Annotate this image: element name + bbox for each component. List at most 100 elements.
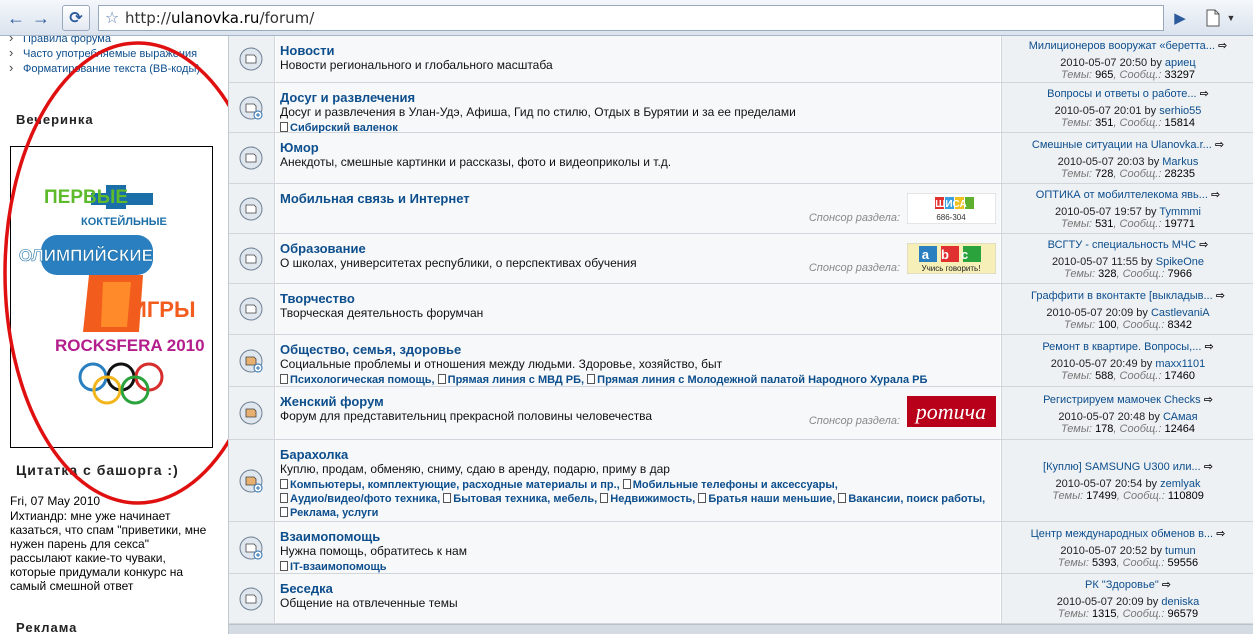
forum-title-link[interactable]: Мобильная связь и Интернет [280,191,1000,206]
forum-title-link[interactable]: Образование [280,241,1000,256]
posts-label: Сообщ.: [1119,69,1162,81]
subforum-link[interactable]: Аудио/видео/фото техника [280,493,437,505]
sponsor-logo[interactable]: ШИСА 686-304 [907,193,996,224]
go-arrow-icon[interactable]: ▶ [1167,5,1193,31]
last-post-cell: ВСГТУ - специальность МЧС ⇨ 2010-05-07 11… [1001,234,1253,283]
subforum-link[interactable]: Бытовая техника, мебель [443,493,594,505]
subforum-link[interactable]: Вакансии, поиск работы [838,493,982,505]
last-post-date: 2010-05-07 20:03 [1057,156,1145,168]
bookmark-star-icon[interactable]: ☆ [99,8,125,28]
go-to-last-post-icon[interactable]: ⇨ [1204,461,1213,473]
go-to-last-post-icon[interactable]: ⇨ [1200,88,1209,100]
last-post-cell: Ремонт в квартире. Вопросы,... ⇨ 2010-05-… [1001,335,1253,386]
subforum-link[interactable]: Компьютеры, комплектующие, расходные мат… [280,479,617,491]
subforum-icon [698,493,707,503]
last-topic-link[interactable]: ОПТИКА от мобилтелекома явь... [1036,189,1208,201]
last-post-user[interactable]: Tymmmi [1159,206,1201,218]
address-bar[interactable]: ☆ http://ulanovka.ru/forum/ [98,5,1164,31]
go-to-last-post-icon[interactable]: ⇨ [1211,189,1220,201]
go-to-last-post-icon[interactable]: ⇨ [1216,528,1225,540]
go-to-last-post-icon[interactable]: ⇨ [1216,290,1225,302]
last-topic-link[interactable]: [Куплю] SAMSUNG U300 или... [1043,461,1201,473]
go-to-last-post-icon[interactable]: ⇨ [1204,394,1213,406]
last-post-user[interactable]: САмая [1163,411,1198,423]
subforum-link[interactable]: Прямая линия с Молодежной палатой Народн… [587,374,927,386]
last-post-user[interactable]: SpikeOne [1156,256,1204,268]
by-label: by [1144,206,1157,218]
subforum-icon [622,479,631,489]
sponsor-logo[interactable]: ротича [907,396,996,427]
subforum-list: Психологическая помощь, Прямая линия с М… [280,373,1000,387]
forum-info-cell: Новости Новости регионального и глобально… [276,36,1000,82]
last-topic-link[interactable]: Ремонт в квартире. Вопросы,... [1042,341,1201,353]
last-topic-link[interactable]: Смешные ситуации на Ulanovka.r... [1032,139,1212,151]
last-topic-link[interactable]: ВСГТУ - специальность МЧС [1048,239,1196,251]
last-topic-link[interactable]: Граффити в вконтакте [выкладыв... [1031,290,1213,302]
subforum-icon [437,374,446,384]
last-post-date: 2010-05-07 20:52 [1060,545,1148,557]
subforum-icon [280,122,288,132]
last-post-cell: ОПТИКА от мобилтелекома явь... ⇨ 2010-05-… [1001,184,1253,233]
go-to-last-post-icon[interactable]: ⇨ [1199,239,1208,251]
subforum-link[interactable]: Реклама, услуги [280,507,378,519]
forum-title-link[interactable]: Досуг и развлечения [280,90,1000,105]
forum-row: Женский форум Форум для представительниц … [229,387,1253,440]
reload-icon[interactable]: ⟳ [62,5,90,31]
last-post-user[interactable]: Markus [1162,156,1198,168]
sponsor-logo[interactable]: abc Учись говорить! [907,243,996,274]
phrases-link[interactable]: Часто употребляемые выражения [9,47,222,60]
last-post-cell: РК "Здоровье" ⇨ 2010-05-07 20:09 by denis… [1001,574,1253,623]
last-post-user[interactable]: zemlyak [1160,478,1200,490]
by-label: by [1136,307,1148,319]
subforum-icon [443,493,452,503]
by-label: by [1141,256,1153,268]
subforum-link[interactable]: IT-взаимопомощь [280,561,386,573]
svg-text:ШИСА: ШИСА [935,199,966,210]
last-topic-link[interactable]: Вопросы и ответы о работе... [1047,88,1196,100]
forum-title-link[interactable]: Новости [280,43,1000,58]
forum-title-link[interactable]: Беседка [280,581,1000,596]
url-text[interactable]: http://ulanovka.ru/forum/ [125,9,314,27]
forum-title-link[interactable]: Общество, семья, здоровье [280,342,1000,357]
forum-title-link[interactable]: Женский форум [280,394,1000,409]
go-to-last-post-icon[interactable]: ⇨ [1215,139,1224,151]
forward-arrow-icon[interactable]: → [28,5,54,31]
banner-line-3: ОЛИМПИЙСКИЕ [19,246,153,265]
last-topic-link[interactable]: Милиционеров вооружат «беретта... [1029,40,1215,52]
subforum-link[interactable]: Братья наши меньшие [698,493,832,505]
chevron-down-icon[interactable]: ▼ [1224,5,1238,31]
go-to-last-post-icon[interactable]: ⇨ [1162,579,1171,591]
subforum-link[interactable]: Прямая линия с МВД РБ [437,374,581,386]
subforum-link[interactable]: Недвижимость [600,493,692,505]
go-to-last-post-icon[interactable]: ⇨ [1204,341,1213,353]
last-post-user[interactable]: serhio55 [1159,105,1201,117]
subforum-icon [280,374,288,384]
forum-row: Образование О школах, университетах респу… [229,234,1253,284]
forum-row: Досуг и развлечения Досуг и развлечения в… [229,83,1253,134]
olympics-banner[interactable]: ПЕРВЫЕ КОКТЕЙЛЬНЫЕ ОЛИМПИЙСКИЕ ИГРЫ ROCK… [10,146,213,448]
forum-title-link[interactable]: Взаимопомощь [280,529,1000,544]
last-post-cell: Милиционеров вооружат «беретта... ⇨ 2010-… [1001,36,1253,82]
forum-title-link[interactable]: Юмор [280,140,1000,155]
last-post-user[interactable]: tumun [1165,545,1196,557]
last-post-user[interactable]: maxx1101 [1155,358,1205,370]
back-arrow-icon[interactable]: ← [3,5,29,31]
forum-title-link[interactable]: Барахолка [280,447,1000,462]
last-topic-link[interactable]: Регистрируем мамочек Checks [1043,394,1201,406]
bbcodes-link[interactable]: Форматирование текста (BB-коды) [9,62,222,75]
banner-line-5: ROCKSFERA 2010 [55,336,205,355]
posts-count: 33297 [1164,69,1196,81]
last-topic-link[interactable]: Центр международных обменов в... [1031,528,1213,540]
subforum-link[interactable]: Мобильные телефоны и аксессуары [622,479,835,491]
last-post-user[interactable]: CastlevaniA [1151,307,1210,319]
go-to-last-post-icon[interactable]: ⇨ [1218,40,1227,52]
last-post-user[interactable]: ариец [1165,57,1196,69]
last-topic-link[interactable]: РК "Здоровье" [1085,579,1159,591]
last-post-cell: [Куплю] SAMSUNG U300 или... ⇨ 2010-05-07 … [1001,440,1253,521]
subforum-link[interactable]: Психологическая помощь [280,374,432,386]
rules-link[interactable]: Правила форума [9,36,222,45]
last-post-user[interactable]: deniska [1161,596,1199,608]
topics-label: Темы: [1057,608,1089,620]
forum-title-link[interactable]: Творчество [280,291,1000,306]
last-post-date: 2010-05-07 20:09 [1046,307,1134,319]
